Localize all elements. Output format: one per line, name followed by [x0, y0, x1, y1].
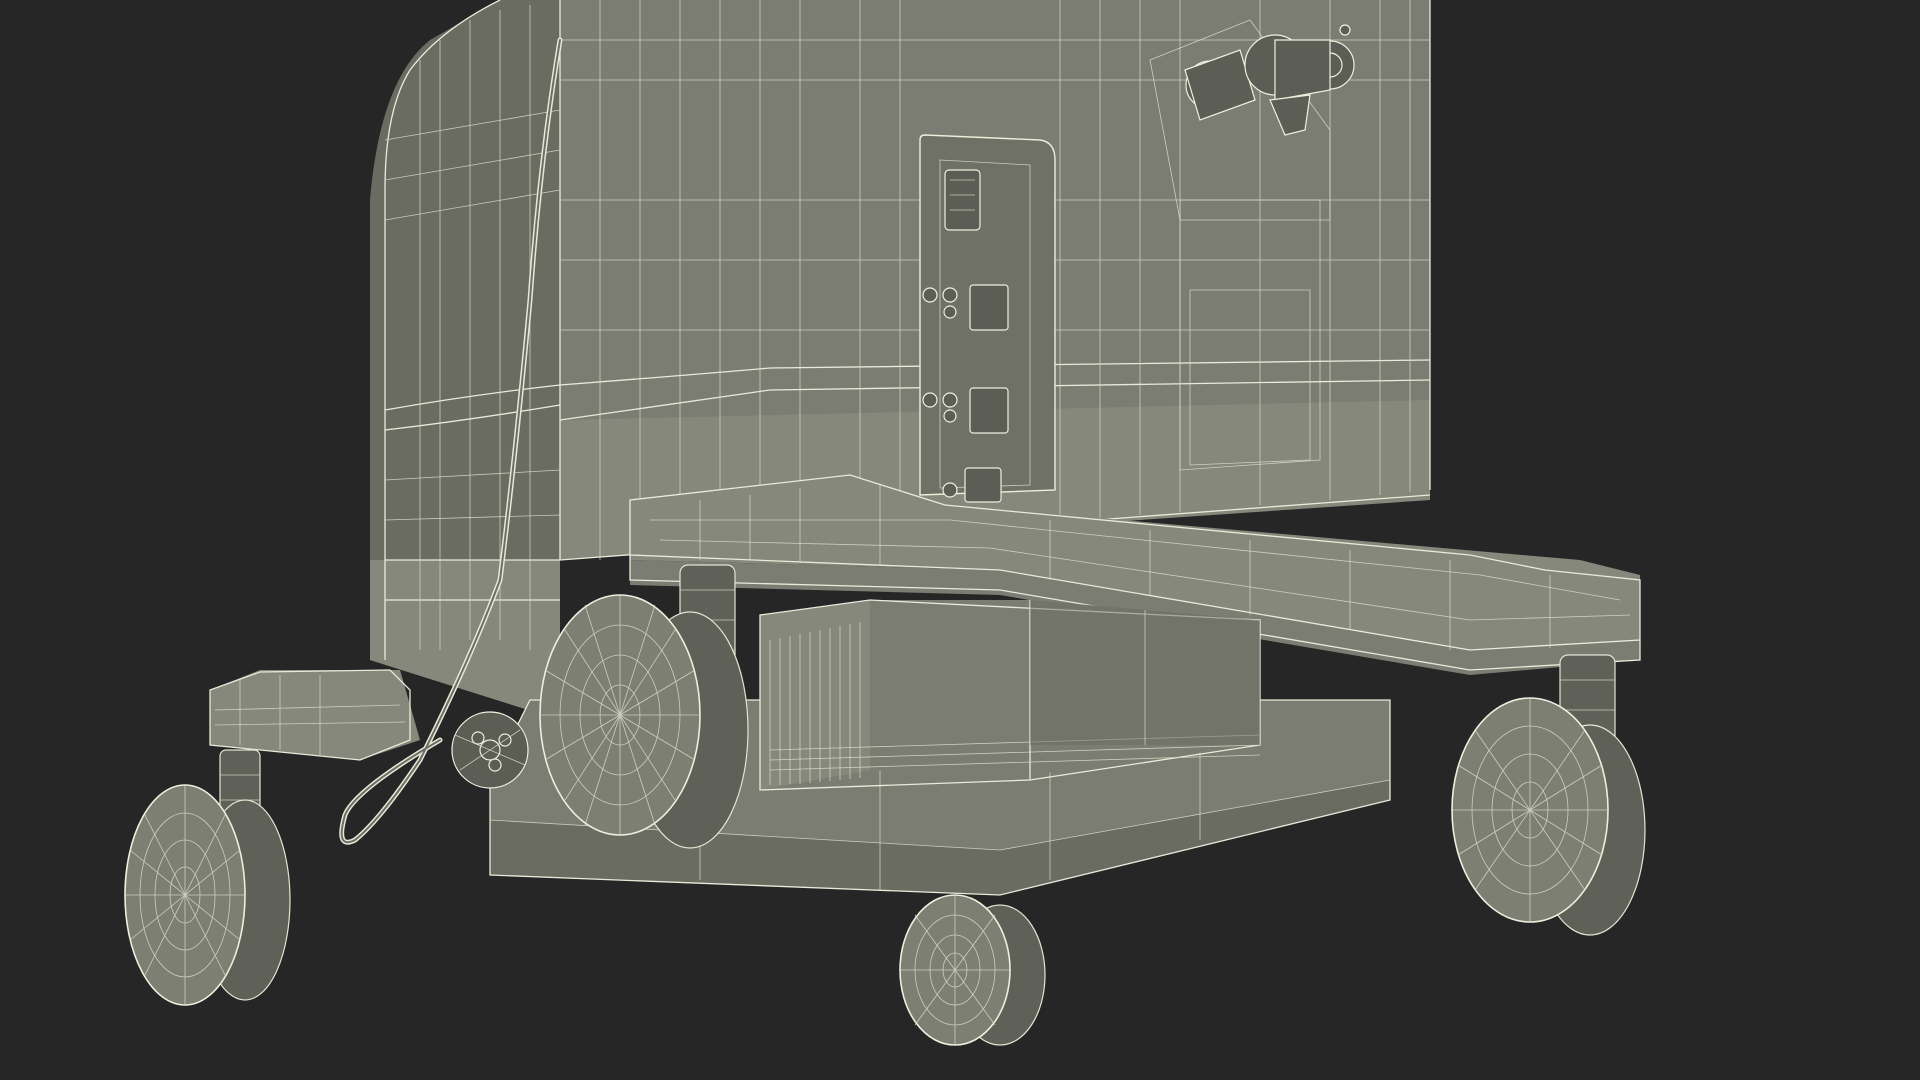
- cart-model: [124, 0, 1646, 1046]
- wheel-rear-right: [1451, 654, 1646, 936]
- wheel-rear-left: [539, 564, 749, 849]
- cable-connector: [451, 711, 529, 789]
- wheel-front-left: [124, 749, 291, 1006]
- connector-panel: [919, 134, 1056, 503]
- left-base-arm: [209, 669, 420, 761]
- wireframe-render: [0, 0, 1920, 1080]
- wheel-front-center: [899, 894, 1046, 1046]
